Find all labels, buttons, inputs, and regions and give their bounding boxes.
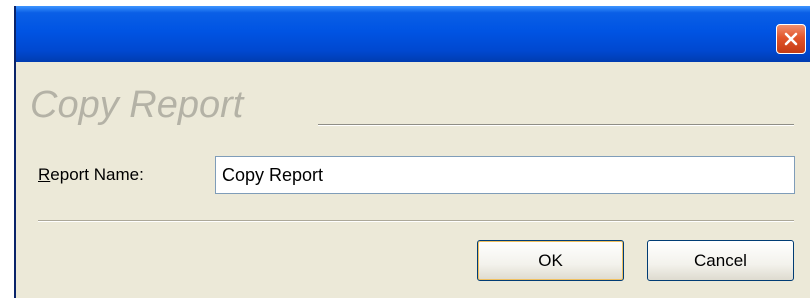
heading-rule	[318, 124, 794, 126]
title-bar[interactable]	[16, 6, 810, 62]
close-button[interactable]	[776, 24, 806, 54]
report-name-label: Report Name:	[38, 165, 144, 185]
dialog-heading: Copy Report	[30, 84, 244, 126]
ok-button[interactable]: OK	[477, 240, 624, 281]
report-name-label-accelerator: R	[38, 165, 51, 184]
copy-report-dialog: Copy Report Report Name: OK Cancel	[14, 6, 810, 298]
report-name-input[interactable]	[215, 156, 795, 194]
close-icon	[783, 31, 799, 47]
dialog-heading-row: Copy Report	[16, 81, 810, 131]
report-name-label-text: eport Name:	[50, 165, 144, 184]
divider	[38, 220, 794, 222]
cancel-button[interactable]: Cancel	[647, 240, 794, 281]
